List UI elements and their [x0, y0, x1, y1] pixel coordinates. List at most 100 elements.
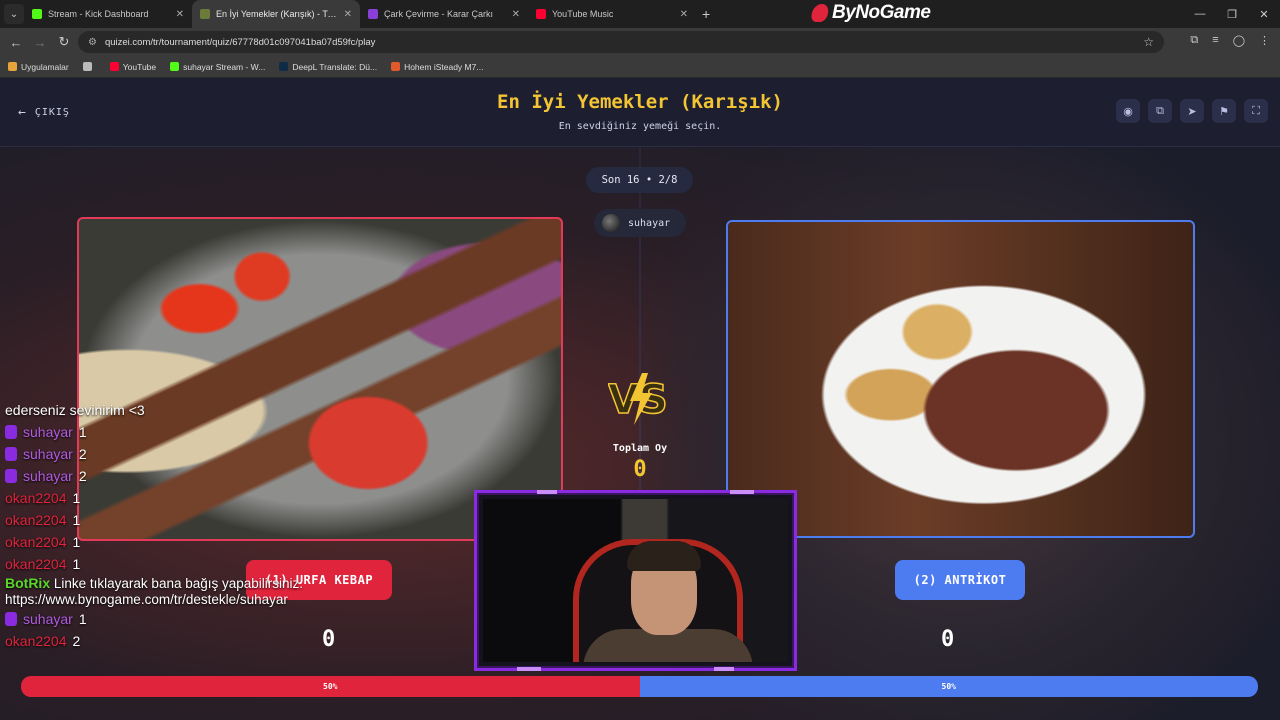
left-score: 0 [322, 627, 336, 652]
page-title: En İyi Yemekler (Karışık) [497, 91, 783, 113]
bookmark-favicon-icon [391, 62, 401, 71]
send-icon[interactable]: ➤ [1180, 99, 1204, 123]
chat-username: suhayar [23, 446, 73, 462]
tab-search-button[interactable]: ⌄ [4, 4, 24, 24]
center-divider [639, 147, 641, 547]
vote-progress-bar: 50% 50% [21, 676, 1258, 697]
bynogame-logo-icon [810, 4, 830, 22]
bookmark-favicon-icon [82, 62, 92, 71]
chat-text: 2 [78, 446, 87, 462]
tab-favicon-icon [368, 9, 378, 19]
quiz-header: ← ÇIKIŞ En İyi Yemekler (Karışık) En sev… [0, 79, 1280, 147]
brand-logo: ByNoGame [810, 2, 931, 24]
toolbar-actions: ⧉ ≡ ◯ ⋮ [1190, 34, 1270, 47]
bookmark-label: YouTube [122, 61, 157, 72]
webcam-feed [483, 499, 788, 662]
back-arrow-icon[interactable]: ← [4, 35, 28, 50]
bookmark-item[interactable]: suhayar Stream - W... [170, 62, 265, 72]
restore-icon[interactable]: ❐ [1216, 0, 1248, 28]
chat-username: suhayar [23, 611, 73, 627]
window-controls: — ❐ ✕ [1184, 0, 1280, 28]
close-window-icon[interactable]: ✕ [1248, 0, 1280, 28]
user-chip: suhayar [594, 209, 686, 237]
bookmark-item[interactable]: Uygulamalar [8, 62, 69, 72]
chat-username: BotRix [5, 575, 51, 591]
bookmark-label: DeepL Translate: Dü... [292, 61, 378, 72]
streamer-headset [627, 541, 701, 571]
tab-favicon-icon [32, 9, 42, 19]
bookmark-item[interactable]: DeepL Translate: Dü... [279, 62, 377, 72]
chat-username: suhayar [23, 424, 73, 440]
tab-title: Stream - Kick Dashboard [48, 9, 149, 19]
right-score: 0 [941, 627, 955, 652]
chat-message: okan2204 1 [5, 509, 305, 531]
chat-text: Linke tıklayarak bana bağış yapabilirsin… [5, 576, 304, 607]
fullscreen-icon[interactable]: ⛶ [1244, 99, 1268, 123]
chat-username: okan2204 [5, 556, 67, 572]
chat-username: okan2204 [5, 512, 67, 528]
close-tab-icon[interactable]: ✕ [680, 9, 688, 20]
tab-title: En İyi Yemekler (Karışık) - Tier L [216, 9, 338, 19]
url-bar[interactable]: ⚙ quizei.com/tr/tournament/quiz/67778d01… [78, 31, 1164, 53]
frame-decoration [714, 667, 734, 671]
close-tab-icon[interactable]: ✕ [512, 9, 520, 20]
tab-title: YouTube Music [552, 9, 614, 19]
close-tab-icon[interactable]: ✕ [176, 9, 184, 20]
page-subtitle: En sevdiğiniz yemeği seçin. [558, 121, 722, 132]
minimize-icon[interactable]: — [1184, 0, 1216, 28]
reload-icon[interactable]: ↻ [52, 34, 76, 50]
chat-text: 2 [72, 633, 81, 649]
extensions-icon[interactable]: ⧉ [1190, 34, 1198, 47]
brand-text: ByNoGame [832, 2, 931, 23]
chat-message: ederseniz sevinirim <3 [5, 399, 305, 421]
bookmark-favicon-icon [8, 62, 17, 71]
chat-text: 1 [72, 490, 81, 506]
chat-message: suhayar 1 [5, 608, 305, 630]
flag-icon[interactable]: ⚑ [1212, 99, 1236, 123]
site-info-icon[interactable]: ⚙ [88, 37, 97, 48]
bookmark-label: Uygulamalar [21, 61, 69, 72]
browser-tab[interactable]: YouTube Music ✕ [528, 0, 696, 28]
eye-icon[interactable]: ◉ [1116, 99, 1140, 123]
copy-icon[interactable]: ⧉ [1148, 99, 1172, 123]
chat-message: okan2204 1 [5, 553, 305, 575]
subscriber-badge-icon [5, 447, 17, 461]
url-text: quizei.com/tr/tournament/quiz/67778d01c0… [104, 36, 376, 48]
subscriber-badge-icon [5, 425, 17, 439]
round-badge: Son 16 • 2/8 [586, 167, 693, 193]
tab-title: Çark Çevirme - Karar Çarkı [384, 9, 494, 19]
frame-decoration [517, 667, 541, 671]
bookmark-star-icon[interactable]: ☆ [1143, 35, 1154, 49]
header-actions: ◉ ⧉ ➤ ⚑ ⛶ [1116, 99, 1268, 123]
chat-username: okan2204 [5, 534, 67, 550]
profile-icon[interactable]: ◯ [1233, 34, 1245, 47]
address-toolbar: ← → ↻ ⚙ quizei.com/tr/tournament/quiz/67… [0, 28, 1280, 56]
forward-arrow-icon[interactable]: → [28, 35, 52, 50]
browser-tab[interactable]: En İyi Yemekler (Karışık) - Tier L ✕ [192, 0, 360, 28]
chat-text: 1 [72, 512, 81, 528]
tab-favicon-icon [200, 9, 210, 19]
bookmark-label: Hohem iSteady M7... [404, 61, 484, 72]
chat-message: okan2204 1 [5, 531, 305, 553]
chat-text: 1 [72, 534, 81, 550]
media-control-icon[interactable]: ≡ [1212, 34, 1218, 47]
chat-text: ederseniz sevinirim <3 [5, 402, 145, 418]
subscriber-badge-icon [5, 612, 17, 626]
menu-kebab-icon[interactable]: ⋮ [1259, 34, 1270, 47]
browser-tab[interactable]: Çark Çevirme - Karar Çarkı ✕ [360, 0, 528, 28]
new-tab-button[interactable]: + [702, 6, 710, 22]
bookmark-item[interactable]: Hohem iSteady M7... [391, 62, 483, 72]
choose-right-button[interactable]: (2) ANTRİKOT [895, 560, 1025, 600]
chat-message: okan2204 1 [5, 487, 305, 509]
browser-tab[interactable]: Stream - Kick Dashboard ✕ [24, 0, 192, 28]
tab-strip: Stream - Kick Dashboard ✕ En İyi Yemekler … [24, 0, 696, 28]
avatar [602, 214, 620, 232]
left-percent: 50% [21, 676, 640, 697]
bookmark-item[interactable]: YouTube [109, 61, 157, 72]
chat-text: 1 [78, 611, 87, 627]
vs-lightning-icon: VS [608, 373, 669, 425]
browser-tab-bar: ⌄ Stream - Kick Dashboard ✕ En İyi Yemekle… [0, 0, 1280, 28]
close-tab-icon[interactable]: ✕ [344, 9, 352, 20]
tab-favicon-icon [536, 9, 546, 19]
bookmark-item[interactable] [82, 62, 96, 71]
